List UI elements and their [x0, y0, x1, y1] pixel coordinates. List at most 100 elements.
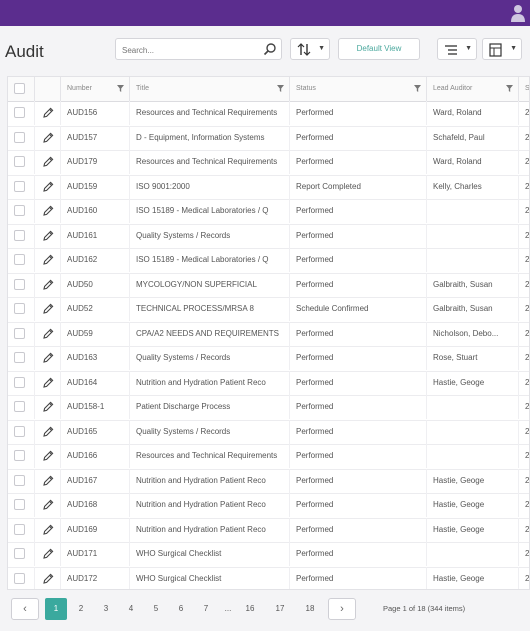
table-row[interactable]: AUD157 D - Equipment, Information Systems… — [8, 125, 529, 151]
pencil-icon[interactable] — [43, 205, 54, 216]
row-checkbox[interactable] — [14, 107, 25, 118]
table-row[interactable]: AUD50 MYCOLOGY/NON SUPERFICIAL Performed Ga… — [8, 272, 529, 298]
table-row[interactable]: AUD168 Nutrition and Hydration Patient Re… — [8, 493, 529, 519]
table-row[interactable]: AUD158-1 Patient Discharge Process Perform… — [8, 395, 529, 421]
row-checkbox[interactable] — [14, 548, 25, 559]
row-checkbox[interactable] — [14, 474, 25, 486]
table-row[interactable]: AUD161 Quality Systems / Records Performed… — [8, 223, 529, 249]
lead-auditor-cell — [427, 444, 519, 468]
pencil-icon[interactable] — [43, 524, 54, 535]
table-row[interactable]: AUD59 CPA/A2 NEEDS AND REQUIREMENTS Perfor… — [8, 321, 529, 347]
user-icon[interactable] — [510, 2, 526, 22]
select-cell — [8, 174, 35, 199]
pencil-icon[interactable] — [43, 377, 54, 388]
column-header-status[interactable]: Status — [290, 77, 427, 101]
pencil-icon[interactable] — [43, 181, 54, 192]
page-number-button[interactable]: 7 — [195, 598, 217, 620]
pencil-icon[interactable] — [43, 450, 54, 461]
pencil-icon[interactable] — [43, 156, 54, 167]
row-checkbox[interactable] — [14, 156, 25, 167]
pencil-icon[interactable] — [43, 475, 54, 486]
pencil-icon[interactable] — [43, 230, 54, 241]
row-checkbox[interactable] — [14, 205, 25, 216]
column-header-title[interactable]: Title — [130, 77, 290, 101]
pencil-icon[interactable] — [43, 401, 54, 412]
row-checkbox[interactable] — [14, 401, 25, 412]
pencil-icon[interactable] — [43, 548, 54, 559]
lead-auditor-cell: Hastie, Geoge — [427, 468, 519, 493]
page-number-button[interactable]: 1 — [45, 598, 67, 620]
filter-icon[interactable] — [506, 85, 513, 92]
row-checkbox[interactable] — [14, 327, 25, 339]
page-number-button[interactable]: 6 — [170, 598, 192, 620]
page-title: Audit — [5, 42, 44, 61]
table-row[interactable]: AUD52 TECHNICAL PROCESS/MRSA 8 Schedule Co… — [8, 297, 529, 323]
row-checkbox[interactable] — [14, 425, 25, 437]
table-row[interactable]: AUD162 ISO 15189 - Medical Laboratories /… — [8, 248, 529, 274]
row-checkbox[interactable] — [14, 303, 25, 314]
row-checkbox[interactable] — [14, 450, 25, 461]
table-row[interactable]: AUD169 Nutrition and Hydration Patient Re… — [8, 517, 529, 543]
table-row[interactable]: AUD156 Resources and Technical Requiremen… — [8, 101, 529, 127]
pencil-icon[interactable] — [43, 254, 54, 265]
table-row[interactable]: AUD165 Quality Systems / Records Performed… — [8, 419, 529, 445]
row-checkbox[interactable] — [14, 499, 25, 510]
table-row[interactable]: AUD171 WHO Surgical Checklist Performed 2 — [8, 542, 529, 568]
select-all-cell — [8, 77, 35, 101]
filter-icon[interactable] — [414, 85, 421, 92]
table-row[interactable]: AUD164 Nutrition and Hydration Patient Re… — [8, 370, 529, 396]
table-row[interactable]: AUD167 Nutrition and Hydration Patient Re… — [8, 468, 529, 494]
search-box[interactable] — [115, 38, 282, 60]
filter-icon[interactable] — [277, 85, 284, 92]
column-header-sc[interactable]: Sc — [519, 77, 529, 101]
pencil-icon[interactable] — [43, 426, 54, 437]
row-checkbox[interactable] — [14, 352, 25, 363]
row-checkbox[interactable] — [14, 131, 25, 143]
table-row[interactable]: AUD166 Resources and Technical Requiremen… — [8, 444, 529, 470]
column-header-lead-auditor[interactable]: Lead Auditor — [427, 77, 519, 101]
default-view-button[interactable]: Default View — [338, 38, 420, 60]
export-button[interactable]: ▼ — [482, 38, 522, 60]
table-row[interactable]: AUD159 ISO 9001:2000 Report Completed Kelly… — [8, 174, 529, 200]
prev-page-button[interactable]: ‹ — [11, 598, 39, 620]
search-icon[interactable] — [263, 42, 277, 56]
select-all-checkbox[interactable] — [14, 83, 25, 94]
edit-cell — [35, 444, 61, 468]
page-number-button[interactable]: 5 — [145, 598, 167, 620]
pencil-icon[interactable] — [43, 328, 54, 339]
table-row[interactable]: AUD160 ISO 15189 - Medical Laboratories /… — [8, 199, 529, 225]
page-number-button[interactable]: 2 — [70, 598, 92, 620]
row-checkbox[interactable] — [14, 376, 25, 388]
title-cell: D - Equipment, Information Systems — [130, 125, 290, 150]
status-cell: Performed — [290, 395, 427, 419]
row-checkbox[interactable] — [14, 180, 25, 192]
filter-icon[interactable] — [117, 85, 124, 92]
sc-cell: 2 — [519, 199, 529, 223]
column-header-number[interactable]: Number — [61, 77, 130, 101]
pencil-icon[interactable] — [43, 132, 54, 143]
search-input[interactable] — [120, 41, 264, 59]
pencil-icon[interactable] — [43, 303, 54, 314]
select-cell — [8, 444, 35, 468]
row-checkbox[interactable] — [14, 229, 25, 241]
pencil-icon[interactable] — [43, 499, 54, 510]
row-checkbox[interactable] — [14, 278, 25, 290]
page-number-button[interactable]: 18 — [299, 598, 321, 620]
pencil-icon[interactable] — [43, 573, 54, 584]
page-number-button[interactable]: 4 — [120, 598, 142, 620]
page-number-button[interactable]: 16 — [239, 598, 261, 620]
row-checkbox[interactable] — [14, 523, 25, 535]
table-row[interactable]: AUD179 Resources and Technical Requiremen… — [8, 150, 529, 176]
pencil-icon[interactable] — [43, 279, 54, 290]
table-row[interactable]: AUD163 Quality Systems / Records Performed… — [8, 346, 529, 372]
page-number-button[interactable]: 3 — [95, 598, 117, 620]
pencil-icon[interactable] — [43, 352, 54, 363]
row-checkbox[interactable] — [14, 254, 25, 265]
columns-button[interactable]: ▼ — [437, 38, 477, 60]
row-checkbox[interactable] — [14, 572, 25, 584]
pencil-icon[interactable] — [43, 107, 54, 118]
table-row[interactable]: AUD172 WHO Surgical Checklist Performed Has… — [8, 566, 529, 589]
page-number-button[interactable]: 17 — [269, 598, 291, 620]
next-page-button[interactable]: › — [328, 598, 356, 620]
sort-button[interactable]: ▼ — [290, 38, 330, 60]
